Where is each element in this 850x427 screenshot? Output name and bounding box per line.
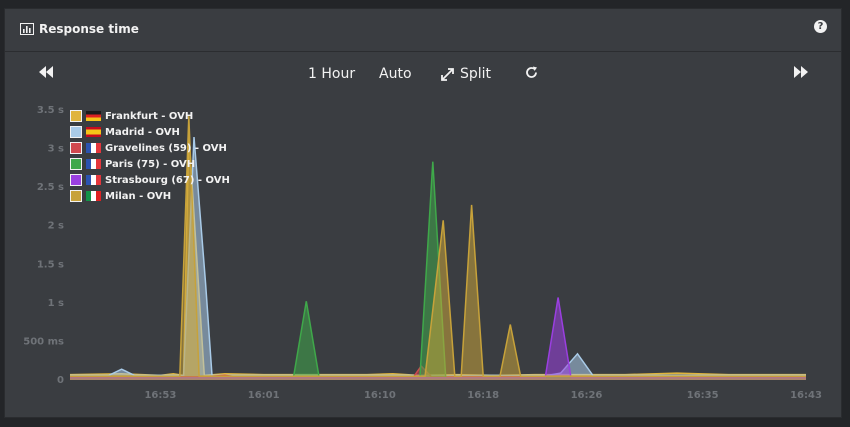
legend-item[interactable]: Madrid - OVH [70,124,230,140]
legend-swatch [70,142,82,154]
legend-label: Gravelines (59) - OVH [105,142,227,154]
x-tick-label: 16:01 [248,390,280,401]
legend-swatch [70,190,82,202]
x-tick-label: 16:26 [571,390,603,401]
legend-swatch [70,158,82,170]
legend-label: Frankfurt - OVH [105,110,194,122]
flag-fr-icon [86,143,101,153]
legend-label: Strasbourg (67) - OVH [105,174,230,186]
x-tick-label: 16:35 [687,390,719,401]
legend-item[interactable]: Milan - OVH [70,188,230,204]
flag-it-icon [86,191,101,201]
legend-swatch [70,126,82,138]
flag-fr-icon [86,175,101,185]
response-time-chart[interactable]: 0 500 ms 1 s 1.5 s 2 s 2.5 s 3 s 3.5 s 16:53 16:0… [0,0,850,427]
y-tick-label: 3 s [48,144,64,155]
legend-item[interactable]: Gravelines (59) - OVH [70,140,230,156]
y-tick-label: 1.5 s [37,259,64,270]
x-tick-label: 16:53 [144,390,176,401]
y-tick-label: 2 s [48,221,64,232]
legend-item[interactable]: Frankfurt - OVH [70,108,230,124]
flag-es-icon [86,127,101,137]
legend-item[interactable]: Strasbourg (67) - OVH [70,172,230,188]
x-tick-label: 16:18 [467,390,499,401]
y-tick-label: 3.5 s [37,105,64,116]
flag-de-icon [86,111,101,121]
legend-label: Paris (75) - OVH [105,158,196,170]
x-tick-label: 16:10 [364,390,396,401]
legend-item[interactable]: Paris (75) - OVH [70,156,230,172]
y-tick-label: 0 [57,375,64,386]
x-tick-label: 16:43 [790,390,822,401]
flag-fr-icon [86,159,101,169]
legend-label: Milan - OVH [105,190,172,202]
legend-label: Madrid - OVH [105,126,180,138]
chart-legend: Frankfurt - OVH Madrid - OVH Gravelines (5… [70,108,230,204]
y-tick-label: 500 ms [23,336,64,347]
legend-swatch [70,110,82,122]
legend-swatch [70,174,82,186]
y-tick-label: 1 s [48,298,64,309]
y-tick-label: 2.5 s [37,182,64,193]
